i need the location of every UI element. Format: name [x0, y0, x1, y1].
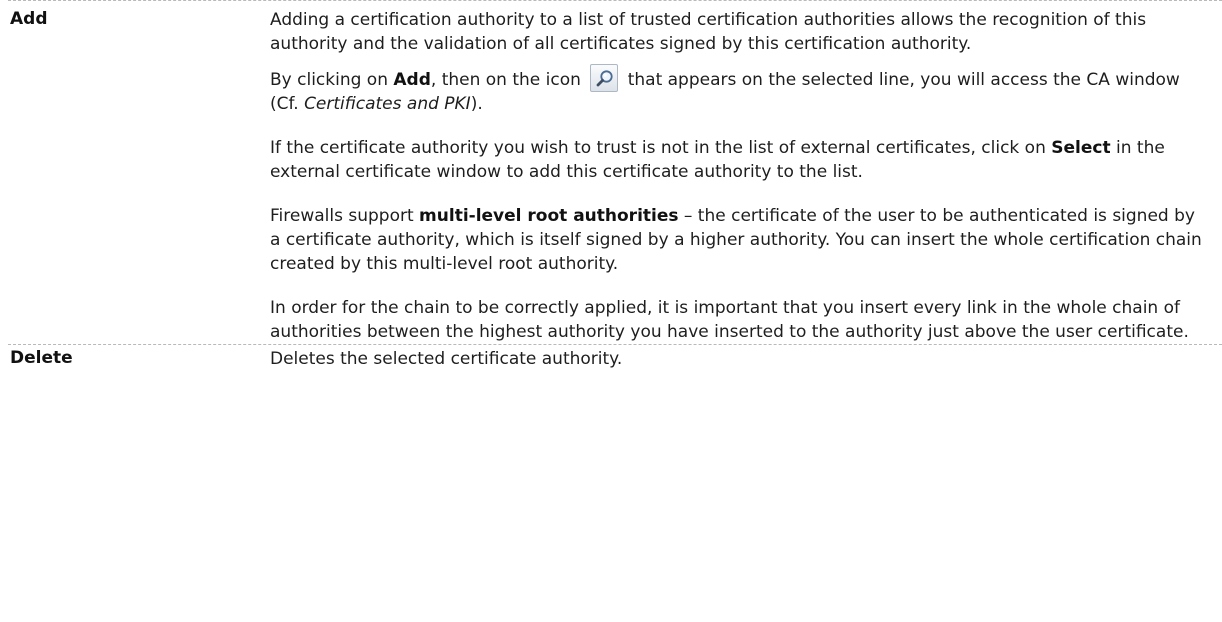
text-segment: , then on the icon [430, 70, 587, 90]
term-add: Add [10, 9, 48, 29]
definition-row-delete: Delete Deletes the selected certificate … [8, 344, 1222, 371]
text-segment: By clicking on [270, 70, 394, 90]
paragraph-add-select: If the certificate authority you wish to… [270, 136, 1202, 184]
text-segment: ). [470, 94, 483, 114]
multilevel-keyword: multi-level root authorities [419, 206, 679, 226]
paragraph-delete: Deletes the selected certificate authori… [270, 349, 623, 369]
description-add: Adding a certification authority to a li… [270, 1, 1222, 344]
definition-table: Add Adding a certification authority to … [0, 0, 1222, 371]
paragraph-add-multilevel: Firewalls support multi-level root autho… [270, 204, 1202, 276]
magnifier-icon-graphic [596, 70, 613, 87]
text-segment: If the certificate authority you wish to… [270, 138, 1052, 158]
description-delete: Deletes the selected certificate authori… [270, 345, 1222, 371]
paragraph-add-chain: In order for the chain to be correctly a… [270, 298, 1189, 342]
term-delete: Delete [10, 348, 73, 368]
paragraph-add-instructions: By clicking on Add, then on the icon tha… [270, 64, 1202, 116]
magnifier-icon [590, 64, 619, 92]
paragraph-add-intro: Adding a certification authority to a li… [270, 10, 1147, 54]
reference-certificates-pki: Certificates and PKI [304, 94, 471, 114]
add-keyword: Add [393, 70, 431, 90]
text-segment: Firewalls support [270, 206, 420, 226]
definition-row-add: Add Adding a certification authority to … [8, 0, 1222, 344]
select-keyword: Select [1051, 138, 1111, 158]
